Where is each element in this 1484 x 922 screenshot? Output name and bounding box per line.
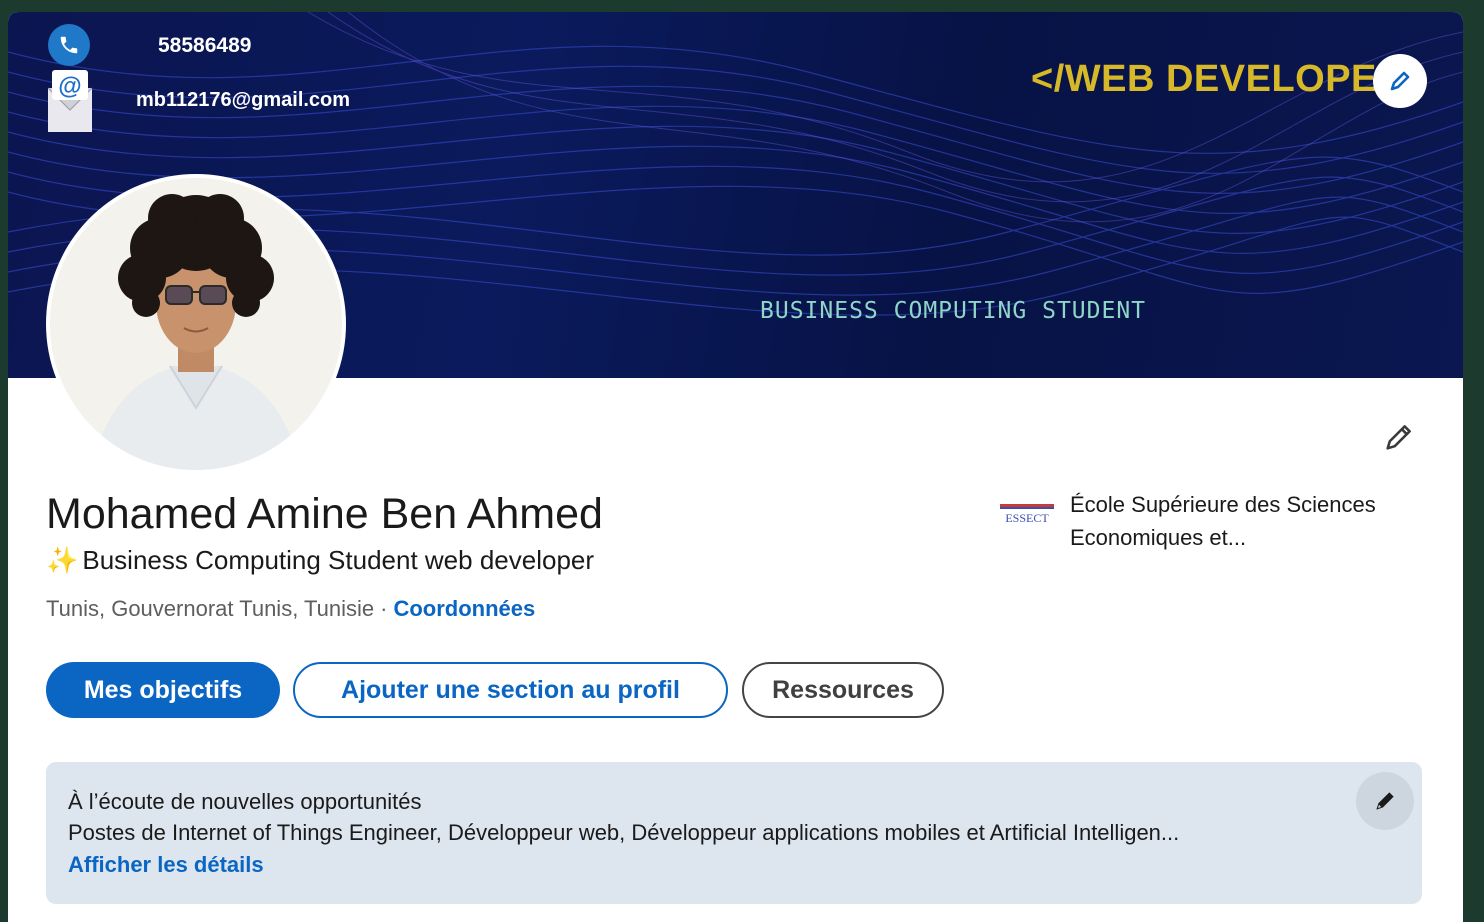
resources-button[interactable]: Ressources: [742, 662, 944, 718]
avatar[interactable]: [46, 174, 346, 474]
pencil-icon: [1390, 71, 1410, 91]
school-logo[interactable]: ESSECT: [998, 502, 1056, 528]
open-to-work-card: À l’écoute de nouvelles opportunités Pos…: [46, 762, 1422, 904]
profile-card: 58586489 @ mb112176@gmail.com </WEB DEVE…: [8, 12, 1463, 922]
add-profile-section-button[interactable]: Ajouter une section au profil: [293, 662, 728, 718]
banner-phone: 58586489: [158, 34, 252, 57]
show-details-link[interactable]: Afficher les détails: [68, 852, 264, 878]
pencil-icon: [1386, 425, 1411, 450]
banner-title: </WEB DEVELOPER>: [1031, 58, 1428, 100]
phone-icon: [48, 24, 90, 66]
contact-info-link[interactable]: Coordonnées: [393, 596, 535, 621]
sparkle-icon: ✨: [46, 545, 79, 575]
open-to-work-title: À l’écoute de nouvelles opportunités: [68, 789, 422, 814]
banner-email: mb112176@gmail.com: [136, 89, 351, 111]
mail-icon-glyph: @: [58, 73, 81, 100]
profile-name: Mohamed Amine Ben Ahmed: [46, 490, 603, 538]
banner-subtitle: BUSINESS COMPUTING STUDENT: [760, 298, 1147, 324]
mail-icon: @: [47, 70, 93, 132]
location-text: Tunis, Gouvernorat Tunis, Tunisie: [46, 596, 375, 621]
goals-button[interactable]: Mes objectifs: [46, 662, 280, 718]
pencil-icon: [1376, 792, 1394, 810]
location-separator: ·: [380, 596, 388, 621]
edit-profile-button[interactable]: [1376, 414, 1422, 460]
profile-location: Tunis, Gouvernorat Tunis, Tunisie · Coordo…: [46, 596, 535, 622]
school-logo-text: ESSECT: [1005, 511, 1049, 525]
open-to-work-text: Postes de Internet of Things Engineer, D…: [68, 820, 1180, 845]
headline-text: Business Computing Student web developer: [82, 545, 595, 575]
avatar-photo: [50, 178, 342, 470]
school-name[interactable]: École Supérieure des Sciences Economique…: [1070, 488, 1430, 554]
edit-open-to-work-button[interactable]: [1356, 772, 1414, 830]
profile-headline: ✨ Business Computing Student web develope…: [46, 545, 594, 576]
edit-banner-button[interactable]: [1373, 54, 1427, 108]
